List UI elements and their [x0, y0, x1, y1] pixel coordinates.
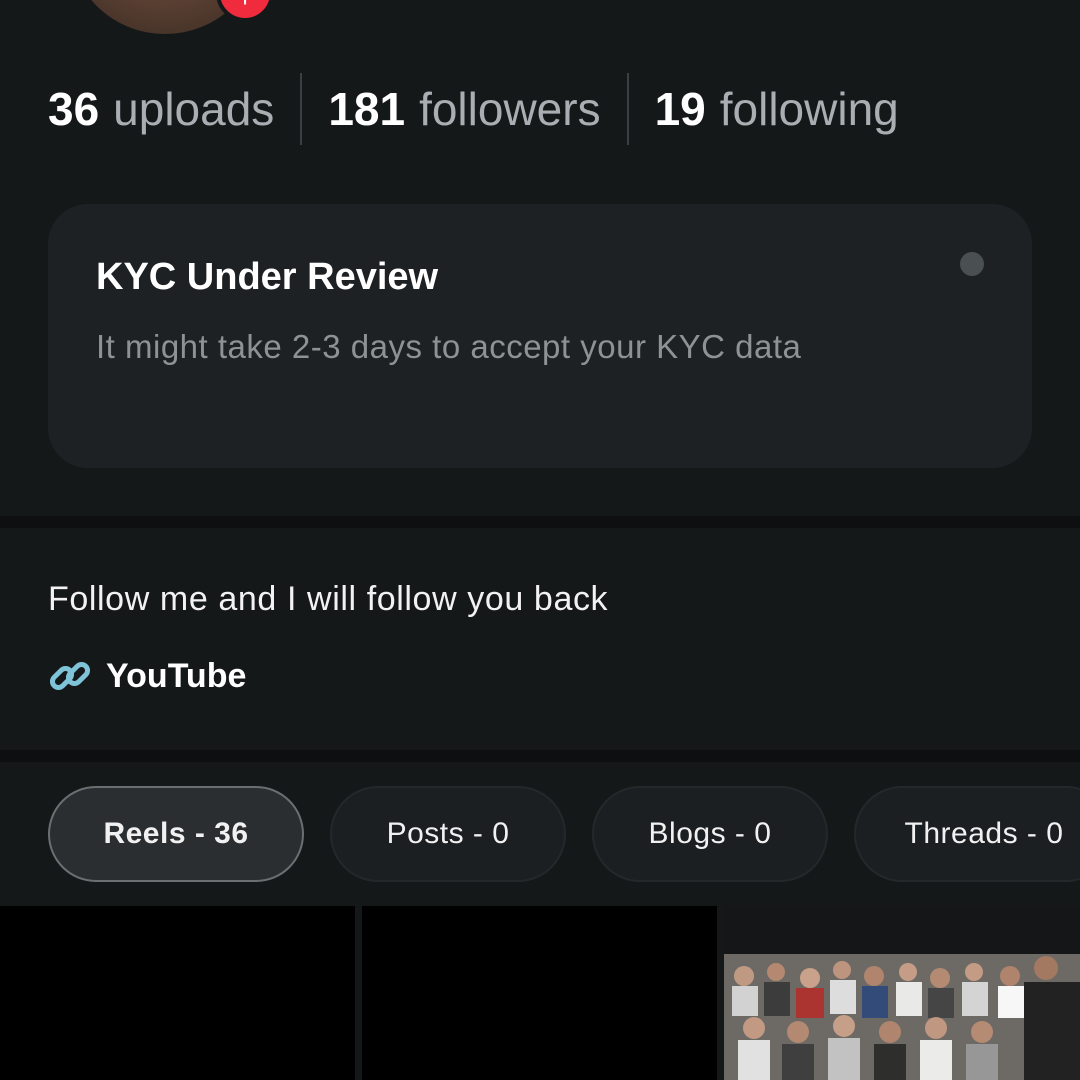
- following-count: 19: [654, 83, 706, 135]
- reel-thumbnail[interactable]: [724, 906, 1080, 1080]
- bio-text: Follow me and I will follow you back: [48, 580, 609, 618]
- reel-thumbnail[interactable]: [0, 906, 355, 1080]
- uploads-label: uploads: [113, 83, 275, 135]
- reel-thumbnail[interactable]: [362, 906, 717, 1080]
- tab-blogs[interactable]: Blogs - 0: [592, 786, 828, 882]
- following-label: following: [719, 83, 899, 135]
- tab-threads[interactable]: Threads - 0: [854, 786, 1080, 882]
- stats-divider: [300, 73, 303, 145]
- add-story-button[interactable]: +: [216, 0, 274, 22]
- section-divider: [0, 750, 1080, 762]
- followers-stat[interactable]: 181 followers: [328, 82, 600, 136]
- stats-divider: [626, 73, 629, 145]
- section-divider: [0, 516, 1080, 528]
- uploads-count: 36: [48, 83, 100, 135]
- crowd-photo: [724, 906, 1080, 1080]
- profile-stats: 36 uploads 181 followers 19 following: [48, 72, 899, 146]
- link-icon: [49, 661, 91, 691]
- tab-posts[interactable]: Posts - 0: [330, 786, 566, 882]
- content-tabs: Reels - 36 Posts - 0 Blogs - 0 Threads -…: [48, 786, 1080, 882]
- plus-icon: +: [237, 0, 253, 12]
- following-stat[interactable]: 19 following: [655, 82, 899, 136]
- uploads-stat[interactable]: 36 uploads: [48, 82, 274, 136]
- bio-link-youtube[interactable]: YouTube: [48, 654, 246, 698]
- kyc-description: It might take 2-3 days to accept your KY…: [96, 328, 802, 365]
- kyc-status-card[interactable]: KYC Under Review It might take 2-3 days …: [48, 204, 1032, 468]
- followers-count: 181: [328, 83, 406, 135]
- status-dot-icon: [960, 252, 984, 276]
- reels-grid: [0, 906, 1080, 1080]
- kyc-title: KYC Under Review: [96, 256, 439, 298]
- profile-page: + 36 uploads 181 followers 19 following …: [0, 0, 1080, 1080]
- tab-reels[interactable]: Reels - 36: [48, 786, 304, 882]
- link-label: YouTube: [106, 656, 247, 695]
- followers-label: followers: [419, 83, 601, 135]
